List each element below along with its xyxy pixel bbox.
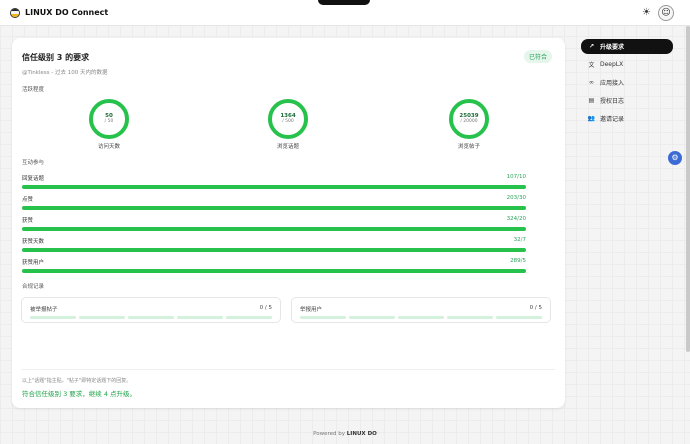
result-text: 符合信任级别 3 要求，继续 4 点升级。 [22,390,137,398]
metric-value: 324/20 [506,216,526,222]
ring-viewed-posts: 25039 / 20000 [449,99,489,139]
sidebar-item-label: 升级要求 [600,44,625,51]
footer-prefix: Powered by [313,431,346,437]
metric-name: 获赞 [22,218,34,224]
ring-visit-days: 50 / 50 [89,99,129,139]
compliance-bars [300,316,542,319]
ring-viewed-topics: 1364 / 500 [268,99,308,139]
metric-liked-users: 获赞用户 289/5 [22,258,526,273]
sidebar-item-deeplx[interactable]: 文 DeepLX [581,57,673,72]
linuxdo-logo-icon[interactable] [10,7,20,18]
metric-value: 107/10 [506,174,526,180]
page-footer: Powered by LINUX DO [0,431,690,437]
metric-progress-bar [22,269,526,273]
compliance-name: 举报用户 [300,307,323,313]
compliance-value: 0 / 5 [259,305,272,311]
metric-progress-bar [22,206,526,210]
metric-name: 点赞 [22,197,34,203]
metric-name: 获赞用户 [22,260,45,266]
card-title: 信任级别 3 的要求 [22,53,90,62]
compliance-name: 被举报帖子 [30,307,58,313]
sidebar-item-invites[interactable]: 👥 邀请记录 [581,111,673,126]
link-icon: ∞ [589,79,594,86]
metric-value: 32/7 [513,237,526,243]
compliance-bars [30,316,272,319]
interaction-section-label: 互动参与 [22,160,45,166]
window-notch [318,0,370,5]
translate-icon: 文 [588,62,595,69]
metric-likes-received: 获赞 324/20 [22,216,526,231]
metric-value: 289/5 [510,258,526,264]
footer-brand[interactable]: LINUX DO [347,431,377,437]
floating-settings-icon[interactable]: ⚙ [668,151,682,165]
ring-total: / 50 [104,119,114,124]
footnote: 以上"话题"指主贴，"帖子"即特定话题下的回复。 [22,378,132,384]
scrollbar[interactable] [686,26,690,352]
compliance-reported-posts: 被举报帖子 0 / 5 [21,297,281,323]
card-subtitle: @Tinkless - 过去 100 天内的数据 [22,70,108,76]
document-icon: ▤ [588,97,595,104]
user-avatar[interactable]: ☺ [658,5,674,21]
sidebar: ↗ 升级要求 文 DeepLX ∞ 应用接入 ▤ 授权日志 👥 邀请记录 [581,39,673,129]
compliance-reported-users: 举报用户 0 / 5 [291,297,551,323]
sidebar-item-apps[interactable]: ∞ 应用接入 [581,75,673,90]
status-badge: 已符合 [523,50,552,63]
theme-toggle-icon[interactable]: ☀ [641,7,652,18]
metric-value: 203/30 [506,195,526,201]
compliance-value: 0 / 5 [529,305,542,311]
activity-section-label: 活跃程度 [22,87,45,93]
users-icon: 👥 [587,115,596,122]
app-title[interactable]: LINUX DO Connect [25,8,108,17]
sidebar-item-label: 应用接入 [600,80,625,87]
sidebar-item-label: 授权日志 [600,98,625,105]
metric-progress-bar [22,227,526,231]
requirements-card: 信任级别 3 的要求 已符合 @Tinkless - 过去 100 天内的数据 … [12,38,565,408]
ring-total: / 500 [282,119,294,124]
sidebar-item-auth-log[interactable]: ▤ 授权日志 [581,93,673,108]
ring-total: / 20000 [460,119,478,124]
metric-name: 回复话题 [22,176,45,182]
sidebar-item-upgrade[interactable]: ↗ 升级要求 [581,39,673,54]
trend-up-icon: ↗ [588,43,595,50]
metric-progress-bar [22,248,526,252]
metric-liked-days: 获赞天数 32/7 [22,237,526,252]
metric-likes-given: 点赞 203/30 [22,195,526,210]
metric-reply-topics: 回复话题 107/10 [22,174,526,189]
metric-name: 获赞天数 [22,239,45,245]
sidebar-item-label: 邀请记录 [600,116,625,123]
metric-progress-bar [22,185,526,189]
ring-label: 浏览话题 [276,144,299,150]
divider [22,369,555,370]
compliance-section-label: 合规记录 [22,284,45,290]
ring-label: 访问天数 [97,144,120,150]
ring-label: 浏览帖子 [457,144,480,150]
sidebar-item-label: DeepLX [600,61,624,68]
